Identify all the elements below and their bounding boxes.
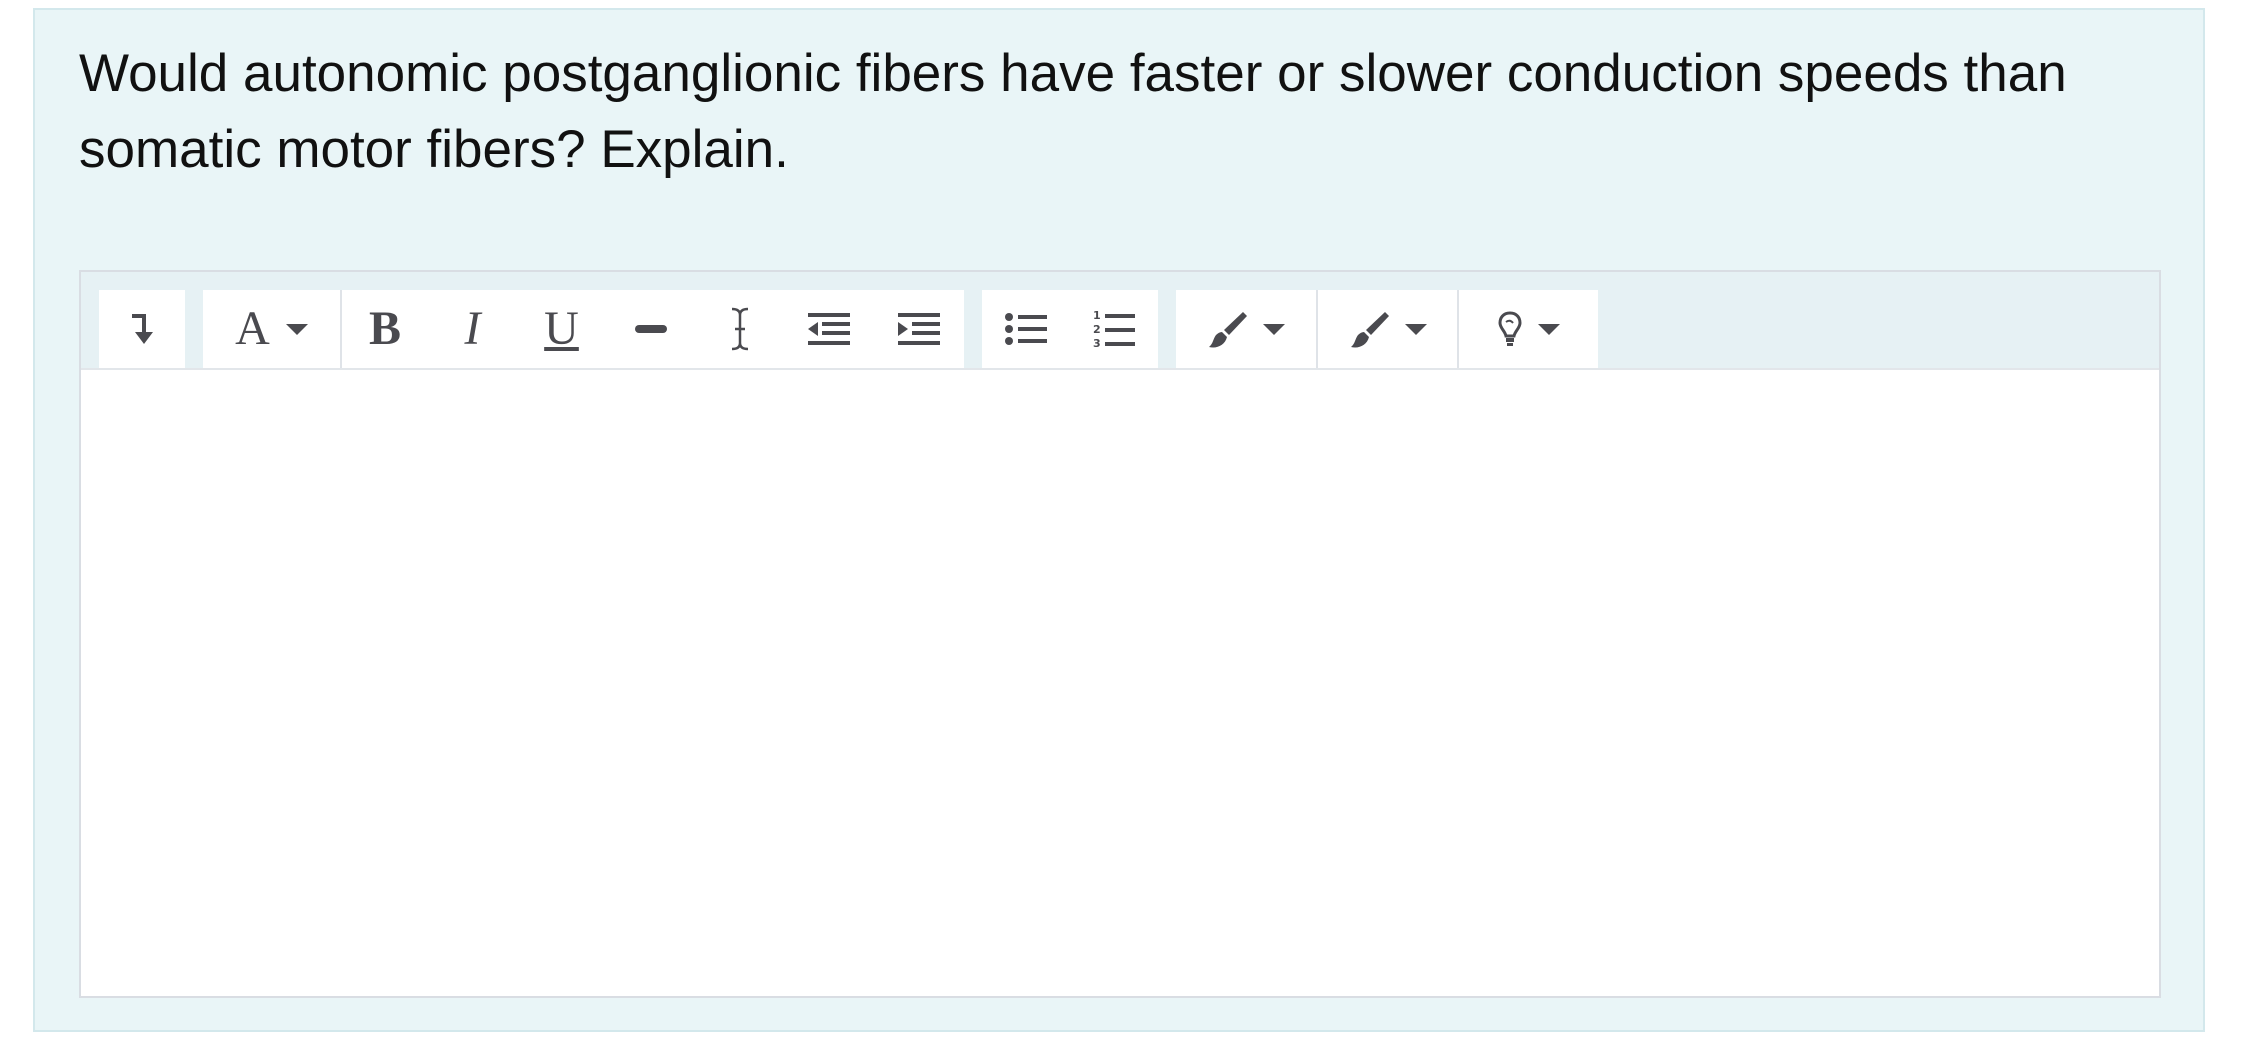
chevron-down-icon: [285, 323, 308, 335]
indent-button[interactable]: [873, 290, 964, 368]
bold-button[interactable]: B: [340, 290, 428, 368]
indent-icon: [897, 312, 940, 346]
insert-below-icon: [129, 312, 155, 346]
underline-icon: U: [544, 302, 579, 355]
background-color-brush-icon: [1349, 309, 1389, 349]
strikethrough-button[interactable]: [606, 290, 695, 368]
chevron-down-icon: [1404, 323, 1427, 335]
rich-text-editor: A B I U 1 2 3: [79, 270, 2161, 998]
chevron-down-icon: [1537, 323, 1560, 335]
bulleted-list-icon: [1005, 312, 1047, 346]
font-size-button[interactable]: A: [203, 290, 340, 368]
toolbar-group-colors: [1176, 290, 1598, 368]
text-color-button[interactable]: [1176, 290, 1316, 368]
style-button[interactable]: [1457, 290, 1598, 368]
svg-text:3: 3: [1093, 337, 1101, 349]
chevron-down-icon: [1263, 323, 1285, 335]
italic-icon: I: [464, 302, 481, 355]
toolbar-group-insert: [99, 290, 185, 368]
italic-button[interactable]: I: [428, 290, 517, 368]
question-card: Would autonomic postganglionic fibers ha…: [33, 8, 2205, 1032]
svg-text:1: 1: [1093, 309, 1101, 322]
underline-button[interactable]: U: [517, 290, 606, 368]
bulleted-list-button[interactable]: [982, 290, 1070, 368]
insert-below-button[interactable]: [99, 290, 185, 368]
outdent-icon: [807, 312, 850, 346]
editor-content-area[interactable]: [81, 368, 2159, 996]
lightbulb-icon: [1497, 311, 1522, 347]
strikethrough-icon: [634, 323, 668, 335]
numbered-list-button[interactable]: 1 2 3: [1070, 290, 1158, 368]
bold-icon: B: [368, 302, 401, 355]
question-text: Would autonomic postganglionic fibers ha…: [79, 44, 2067, 179]
svg-text:2: 2: [1093, 323, 1101, 336]
font-size-icon: A: [235, 302, 270, 355]
outdent-button[interactable]: [784, 290, 873, 368]
clear-format-button[interactable]: [695, 290, 784, 368]
clear-format-icon: [728, 306, 752, 352]
numbered-list-icon: 1 2 3: [1093, 309, 1135, 349]
toolbar-group-formatting: A B I U: [203, 290, 964, 368]
text-color-brush-icon: [1207, 309, 1247, 349]
background-color-button[interactable]: [1316, 290, 1457, 368]
toolbar-group-lists: 1 2 3: [982, 290, 1158, 368]
editor-toolbar: A B I U 1 2 3: [81, 272, 2159, 368]
